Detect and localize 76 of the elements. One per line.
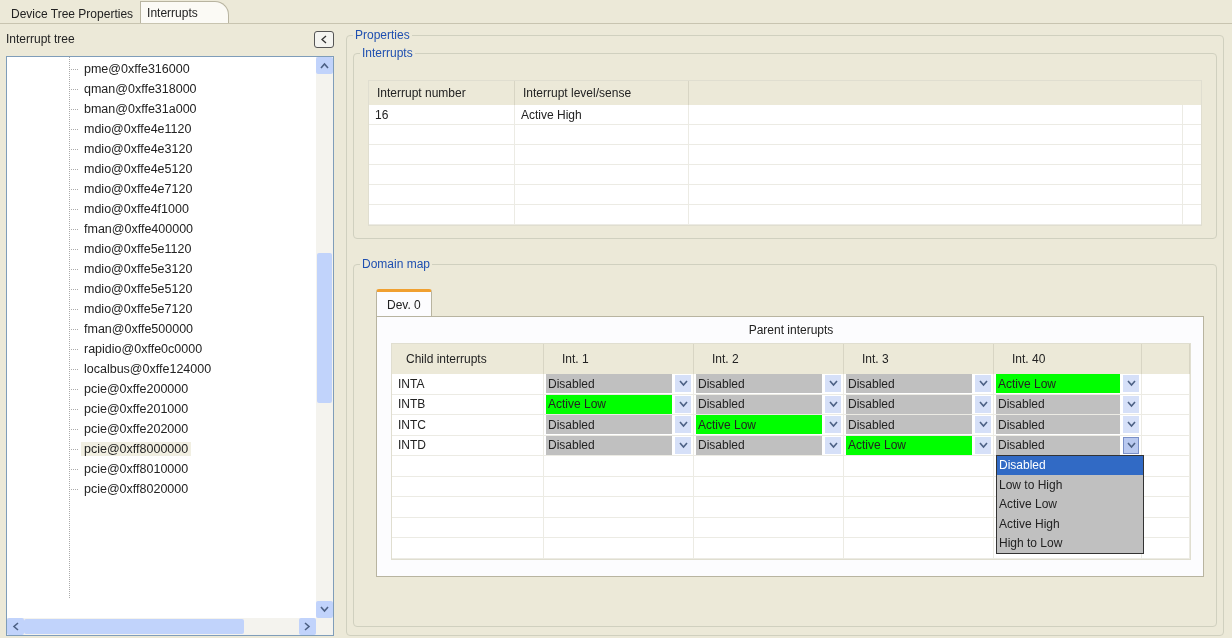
tree-item[interactable]: localbus@0xffe124000: [81, 362, 215, 376]
table-cell: Active High: [521, 107, 582, 122]
tree-item[interactable]: mdio@0xffe5e7120: [81, 302, 196, 316]
tree-item[interactable]: mdio@0xffe4e7120: [81, 182, 196, 196]
tree-item[interactable]: rapidio@0xffe0c0000: [81, 342, 206, 356]
group-title: Domain map: [361, 257, 432, 271]
dropdown-button[interactable]: [1123, 436, 1139, 454]
table-cell: 16: [375, 107, 389, 122]
chevron-down-icon: [1126, 421, 1136, 429]
table-cell: INTC: [398, 417, 426, 432]
scroll-thumb[interactable]: [24, 619, 244, 634]
level-dropdown[interactable]: Disabled: [846, 374, 972, 394]
table-cell: INTA: [398, 376, 425, 391]
column-header: Interrupt number: [369, 81, 515, 105]
chevron-down-icon: [828, 400, 838, 408]
tree-item[interactable]: bman@0xffe31a000: [81, 102, 200, 116]
tree-item[interactable]: pcie@0xffe202000: [81, 422, 192, 436]
chevron-down-icon: [828, 380, 838, 388]
group-title: Properties: [354, 28, 411, 42]
tree-item[interactable]: mdio@0xffe5e5120: [81, 282, 196, 296]
chevron-down-icon: [678, 380, 688, 388]
chevron-down-icon: [1126, 441, 1136, 449]
level-dropdown[interactable]: Active Low: [696, 415, 822, 435]
dropdown-option[interactable]: Active High: [997, 514, 1143, 534]
tree-item[interactable]: pcie@0xffe201000: [81, 402, 192, 416]
dropdown-option[interactable]: Active Low: [997, 494, 1143, 514]
chevron-down-icon: [828, 441, 838, 449]
dropdown-option[interactable]: Low to High: [997, 475, 1143, 495]
table-caption: Parent interupts: [748, 323, 834, 337]
chevron-down-icon: [678, 421, 688, 429]
level-dropdown[interactable]: Disabled: [996, 415, 1120, 435]
chevron-left-icon: [320, 34, 328, 44]
chevron-left-icon: [12, 622, 19, 631]
tree-item[interactable]: mdio@0xffe4e3120: [81, 142, 196, 156]
level-dropdown[interactable]: Disabled: [546, 415, 672, 435]
tree-item[interactable]: mdio@0xffe4e1120: [81, 122, 195, 136]
tree-item[interactable]: pcie@0xff8010000: [81, 462, 192, 476]
level-dropdown[interactable]: Active Low: [996, 374, 1120, 394]
chevron-down-icon: [678, 441, 688, 449]
chevron-down-icon: [978, 380, 988, 388]
tree-item[interactable]: mdio@0xffe4f1000: [81, 202, 192, 216]
table-cell: INTD: [398, 438, 426, 453]
column-header: Child interrupts: [392, 344, 544, 374]
panel-title: Interrupt tree: [6, 32, 75, 46]
chevron-up-icon: [320, 62, 329, 69]
tree-item[interactable]: mdio@0xffe5e3120: [81, 262, 196, 276]
dropdown-option[interactable]: High to Low: [997, 533, 1143, 553]
group-title: Interrupts: [361, 46, 414, 60]
chevron-down-icon: [1126, 380, 1136, 388]
tree-item[interactable]: pme@0xffe316000: [81, 62, 193, 76]
chevron-down-icon: [978, 441, 988, 449]
chevron-down-icon: [1126, 400, 1136, 408]
chevron-right-icon: [304, 622, 311, 631]
column-header: Interrupt level/sense: [515, 81, 689, 105]
table-cell: INTB: [398, 397, 426, 412]
tree-item[interactable]: fman@0xffe500000: [81, 322, 197, 336]
tree-item[interactable]: fman@0xffe400000: [81, 222, 197, 236]
chevron-down-icon: [320, 606, 329, 613]
collapse-button[interactable]: [314, 30, 334, 48]
scroll-thumb[interactable]: [317, 252, 332, 403]
tab[interactable]: Dev. 0: [376, 289, 432, 316]
dropdown-option[interactable]: Disabled: [997, 455, 1143, 475]
tree-item[interactable]: pcie@0xff8020000: [81, 482, 192, 496]
chevron-down-icon: [678, 400, 688, 408]
chevron-down-icon: [978, 421, 988, 429]
level-dropdown[interactable]: Disabled: [546, 374, 672, 394]
tree-item[interactable]: qman@0xffe318000: [81, 82, 200, 96]
tree-item[interactable]: pcie@0xff8000000: [81, 442, 192, 456]
level-dropdown[interactable]: Disabled: [846, 415, 972, 435]
tab[interactable]: Interrupts: [140, 1, 229, 23]
tree-item[interactable]: mdio@0xffe5e1120: [81, 242, 195, 256]
tree-item[interactable]: mdio@0xffe4e5120: [81, 162, 196, 176]
chevron-down-icon: [978, 400, 988, 408]
tree-item[interactable]: pcie@0xffe200000: [81, 382, 192, 396]
level-dropdown[interactable]: Disabled: [696, 374, 822, 394]
chevron-down-icon: [828, 421, 838, 429]
